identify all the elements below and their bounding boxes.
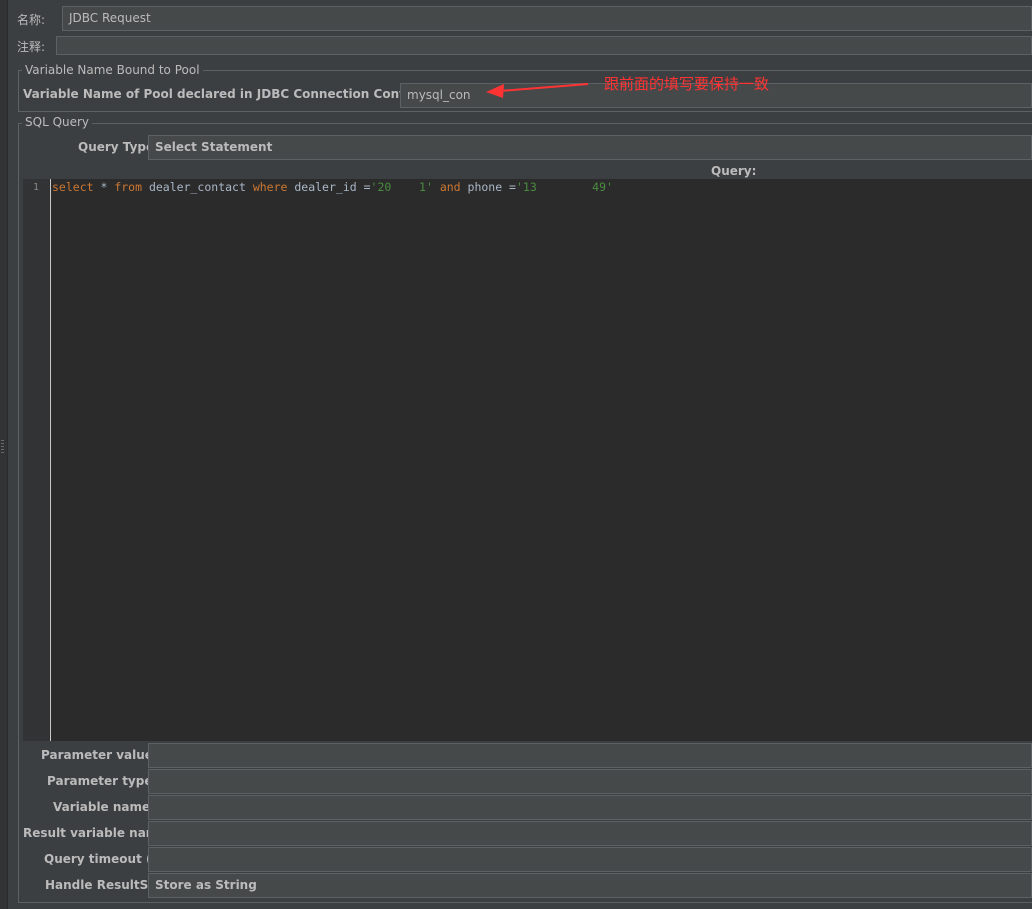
line-number: 1	[32, 182, 39, 193]
code-keyword-from: from	[114, 180, 143, 194]
code-keyword-and: and	[439, 180, 461, 194]
code-string: '13	[515, 180, 537, 194]
code-string: 49'	[592, 180, 613, 194]
left-splitter[interactable]	[0, 0, 8, 909]
query-header-label: Query:	[711, 164, 757, 178]
parameter-values-label: Parameter values:	[41, 748, 165, 762]
line-number-gutter: 1	[23, 179, 51, 741]
arrow-annotation-icon	[486, 83, 589, 98]
query-type-label: Query Type:	[78, 140, 159, 154]
code-redacted	[537, 180, 592, 194]
sql-query-legend: SQL Query	[22, 115, 93, 129]
name-label: 名称:	[17, 13, 46, 27]
variable-names-label: Variable names:	[53, 800, 163, 814]
code-token: dealer_id =	[287, 180, 371, 194]
splitter-grip-icon[interactable]	[1, 440, 4, 454]
parameter-types-label: Parameter types:	[47, 774, 165, 788]
code-string: 1'	[419, 180, 433, 194]
variable-names-input[interactable]	[148, 795, 1032, 820]
code-redacted	[391, 180, 419, 194]
name-input[interactable]: JDBC Request	[62, 6, 1032, 31]
code-keyword-select: select	[52, 180, 94, 194]
sql-editor[interactable]: 1 select * from dealer_contact where dea…	[23, 179, 1032, 741]
sql-code-line[interactable]: select * from dealer_contact where deale…	[52, 180, 613, 194]
parameter-types-input[interactable]	[148, 769, 1032, 794]
code-token: phone =	[460, 180, 516, 194]
code-keyword-where: where	[252, 180, 288, 194]
annotation-text: 跟前面的填写要保持一致	[604, 75, 770, 93]
parameter-values-input[interactable]	[148, 743, 1032, 768]
code-string: '20	[370, 180, 392, 194]
query-type-select[interactable]: Select Statement	[148, 135, 1032, 160]
query-timeout-input[interactable]	[148, 847, 1032, 872]
code-token: *	[93, 180, 115, 194]
pool-group-legend: Variable Name Bound to Pool	[22, 63, 203, 77]
handle-resultset-select[interactable]: Store as String	[148, 873, 1032, 898]
result-variable-input[interactable]	[148, 821, 1032, 846]
code-token: dealer_contact	[142, 180, 253, 194]
comment-input[interactable]	[56, 36, 1032, 55]
comment-label: 注释:	[17, 40, 46, 54]
